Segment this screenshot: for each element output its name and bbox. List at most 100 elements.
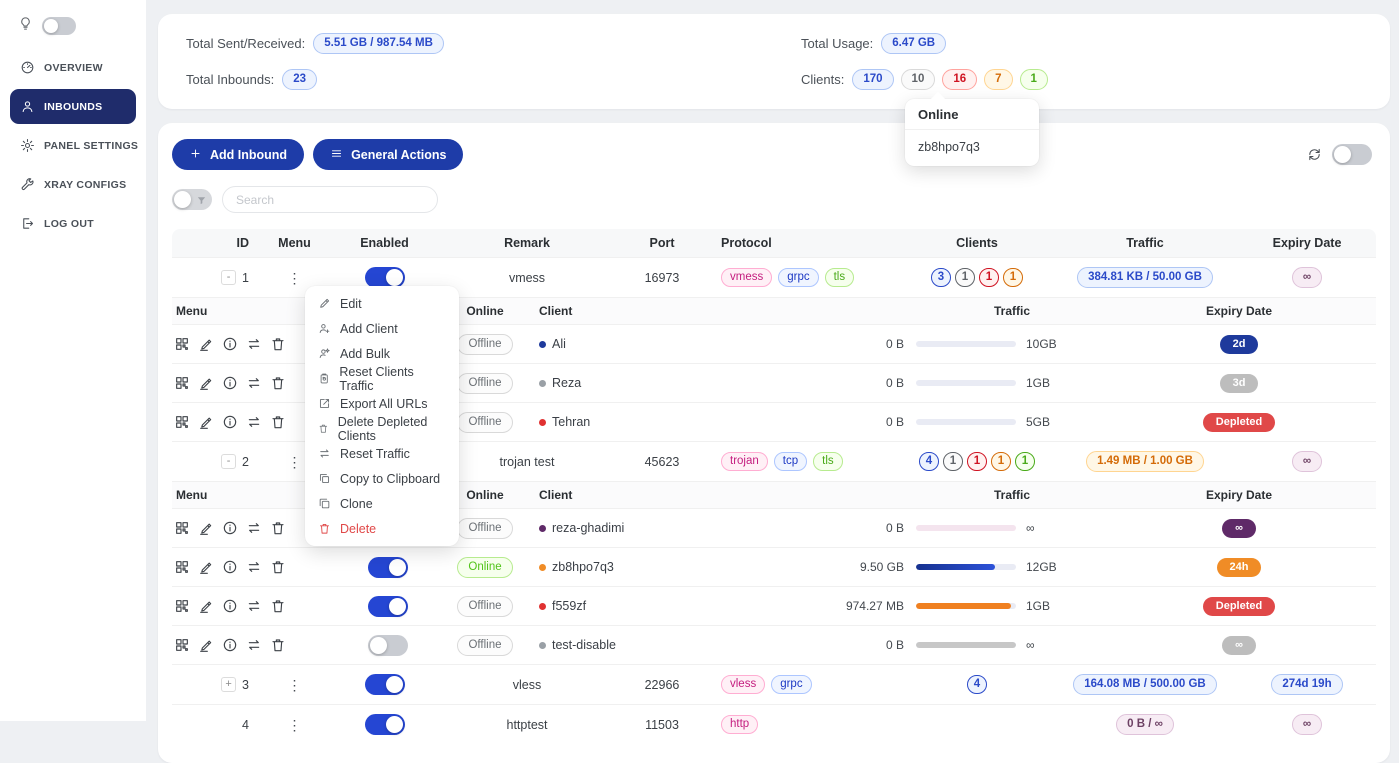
add-inbound-label: Add Inbound	[210, 148, 287, 162]
general-actions-button[interactable]: General Actions	[313, 139, 463, 170]
qr-icon	[174, 336, 190, 352]
column-header-id: ID	[172, 236, 267, 250]
inbound-menu-button[interactable]: ⋮	[282, 453, 308, 471]
clients-label: Clients:	[801, 72, 844, 87]
theme-toggle[interactable]	[42, 17, 76, 35]
sidebar-item-log-out[interactable]: LOG OUT	[10, 206, 136, 241]
qr-code-button[interactable]	[174, 336, 190, 352]
inbound-port: 45623	[607, 455, 717, 469]
popover-title: Online	[905, 99, 1039, 130]
context-menu-item-clone[interactable]: Clone	[305, 491, 459, 516]
client-info-button[interactable]	[222, 598, 238, 614]
edit-client-button[interactable]	[198, 414, 214, 430]
collapse-button[interactable]: -	[221, 270, 236, 285]
refresh-icon[interactable]	[1307, 147, 1322, 162]
context-menu-item-reset-traffic[interactable]: Reset Traffic	[305, 441, 459, 466]
client-enabled-toggle[interactable]	[368, 635, 408, 656]
inbound-menu-button[interactable]: ⋮	[282, 676, 308, 694]
edit-client-button[interactable]	[198, 598, 214, 614]
client-info-button[interactable]	[222, 637, 238, 653]
qr-code-button[interactable]	[174, 637, 190, 653]
plus-icon	[189, 147, 202, 163]
reset-client-traffic-button[interactable]	[246, 336, 262, 352]
delete-client-button[interactable]	[270, 559, 286, 575]
client-info-button[interactable]	[222, 336, 238, 352]
edit-client-button[interactable]	[198, 520, 214, 536]
swap-icon	[246, 375, 262, 391]
info-icon	[222, 375, 238, 391]
context-menu-item-delete[interactable]: Delete	[305, 516, 459, 541]
funnel-icon	[196, 195, 207, 206]
client-row: Offlinef559zf974.27 MB1GBDepleted	[172, 586, 1376, 625]
qr-icon	[174, 414, 190, 430]
context-menu-item-edit[interactable]: Edit	[305, 291, 459, 316]
reset-client-traffic-button[interactable]	[246, 375, 262, 391]
client-count-badge-red: 1	[979, 268, 999, 287]
inbound-id: 2	[242, 455, 249, 469]
reset-client-traffic-button[interactable]	[246, 637, 262, 653]
client-info-button[interactable]	[222, 520, 238, 536]
delete-client-button[interactable]	[270, 520, 286, 536]
client-name-cell: reza-ghadimi	[535, 521, 820, 535]
inbound-enabled-toggle[interactable]	[365, 674, 405, 695]
reset-client-traffic-button[interactable]	[246, 414, 262, 430]
client-traffic-used: 0 B	[820, 415, 910, 429]
expand-button[interactable]: +	[221, 677, 236, 692]
total-usage-label: Total Usage:	[801, 36, 873, 51]
qr-code-button[interactable]	[174, 520, 190, 536]
client-info-button[interactable]	[222, 375, 238, 391]
protocol-tag-trojan: trojan	[721, 452, 768, 471]
edit-client-button[interactable]	[198, 336, 214, 352]
qr-code-button[interactable]	[174, 375, 190, 391]
delete-client-button[interactable]	[270, 414, 286, 430]
edit-client-button[interactable]	[198, 375, 214, 391]
inbound-enabled-toggle[interactable]	[365, 267, 405, 288]
client-count-badge-blue: 4	[919, 452, 939, 471]
reset-client-traffic-button[interactable]	[246, 520, 262, 536]
edit-client-button[interactable]	[198, 559, 214, 575]
protocol-tag-grpc: grpc	[778, 268, 818, 287]
delete-client-button[interactable]	[270, 375, 286, 391]
inbound-expiry-badge: ∞	[1292, 451, 1322, 472]
delete-client-button[interactable]	[270, 637, 286, 653]
collapse-button[interactable]: -	[221, 454, 236, 469]
inbound-client-counts: 3111	[902, 268, 1052, 287]
client-online-badge: Offline	[457, 412, 512, 433]
client-row: Onlinezb8hpo7q39.50 GB12GB24h	[172, 547, 1376, 586]
inbound-menu-button[interactable]: ⋮	[282, 716, 308, 734]
edit-client-button[interactable]	[198, 637, 214, 653]
search-input[interactable]	[222, 186, 438, 213]
context-menu-item-export-all-urls[interactable]: Export All URLs	[305, 391, 459, 416]
client-info-button[interactable]	[222, 414, 238, 430]
filter-toggle[interactable]	[172, 189, 212, 210]
delete-client-button[interactable]	[270, 598, 286, 614]
context-menu-item-add-client[interactable]: Add Client	[305, 316, 459, 341]
delete-client-button[interactable]	[270, 336, 286, 352]
qr-icon	[174, 559, 190, 575]
context-menu-item-reset-clients-traffic[interactable]: Reset Clients Traffic	[305, 366, 459, 391]
inbound-menu-button[interactable]: ⋮	[282, 269, 308, 287]
inbound-enabled-toggle[interactable]	[365, 714, 405, 735]
qr-code-button[interactable]	[174, 598, 190, 614]
client-enabled-toggle[interactable]	[368, 557, 408, 578]
total-inbounds-label: Total Inbounds:	[186, 72, 274, 87]
inbound-remark: httptest	[447, 718, 607, 732]
reset-client-traffic-button[interactable]	[246, 598, 262, 614]
qr-code-button[interactable]	[174, 414, 190, 430]
client-name: Tehran	[552, 415, 590, 429]
sidebar-item-inbounds[interactable]: INBOUNDS	[10, 89, 136, 124]
qr-code-button[interactable]	[174, 559, 190, 575]
client-traffic-bar	[916, 380, 1016, 386]
sidebar-item-panel-settings[interactable]: PANEL SETTINGS	[10, 128, 136, 163]
sidebar-item-xray-configs[interactable]: XRAY CONFIGS	[10, 167, 136, 202]
context-menu-item-copy-to-clipboard[interactable]: Copy to Clipboard	[305, 466, 459, 491]
context-menu-item-delete-depleted-clients[interactable]: Delete Depleted Clients	[305, 416, 459, 441]
reset-client-traffic-button[interactable]	[246, 559, 262, 575]
info-icon	[222, 637, 238, 653]
sidebar-item-overview[interactable]: OVERVIEW	[10, 50, 136, 85]
context-menu-item-add-bulk[interactable]: Add Bulk	[305, 341, 459, 366]
add-inbound-button[interactable]: Add Inbound	[172, 139, 304, 170]
auto-refresh-toggle[interactable]	[1332, 144, 1372, 165]
client-enabled-toggle[interactable]	[368, 596, 408, 617]
client-info-button[interactable]	[222, 559, 238, 575]
